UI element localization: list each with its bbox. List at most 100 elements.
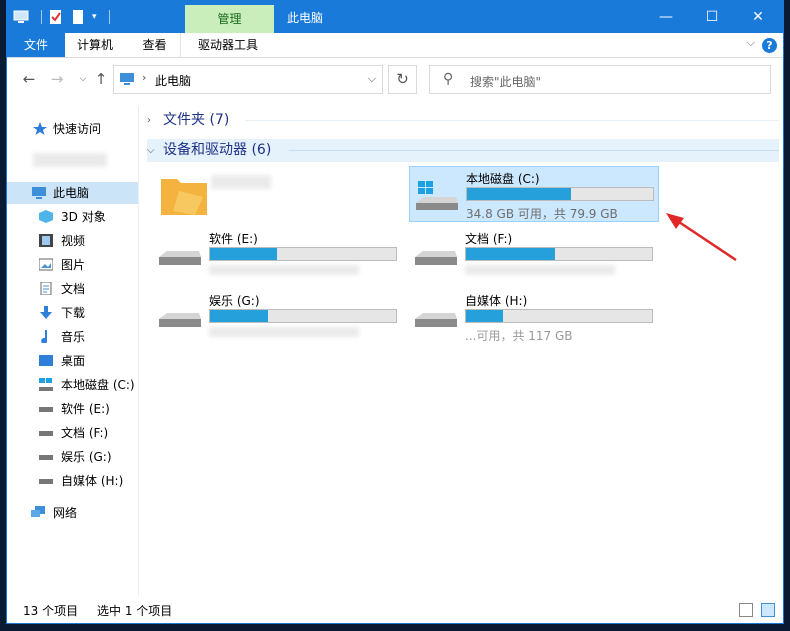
sidebar-item-drive-c[interactable]: 本地磁盘 (C:) <box>7 374 138 396</box>
ribbon-tabs: 文件 计算机 查看 驱动器工具 ⌵ ? <box>7 33 783 58</box>
group-devices-drives[interactable]: ⌵ 设备和驱动器 (6) <box>147 139 779 162</box>
drive-free-space: 34.8 GB 可用，共 79.9 GB <box>466 207 618 221</box>
breadcrumb-separator[interactable]: › <box>142 71 146 84</box>
storage-usage-fill <box>210 248 277 260</box>
drive-tile-f[interactable]: 文档 (F:) <box>409 227 659 283</box>
group-header: 文件夹 (7) <box>163 112 230 128</box>
collapse-chevron-icon[interactable]: ⌵ <box>147 139 155 162</box>
watermark-logo: Baidu 经验 <box>580 548 777 588</box>
search-input[interactable]: 搜索"此电脑" <box>470 73 541 90</box>
drive-tile-h[interactable]: 自媒体 (H:) ...可用，共 117 GB <box>409 289 659 345</box>
details-view-icon[interactable] <box>739 603 753 617</box>
drive-icon <box>415 251 457 265</box>
collapse-ribbon-icon[interactable]: ⌵ <box>747 36 755 50</box>
status-bar: 13 个项目 选中 1 个项目 <box>7 599 783 623</box>
drive-icon <box>39 455 53 460</box>
forward-button[interactable]: → <box>47 67 67 91</box>
minimize-button[interactable]: — <box>643 1 689 33</box>
drive-icon <box>159 313 201 327</box>
drive-name: 本地磁盘 (C:) <box>466 172 540 186</box>
drive-tile-g[interactable]: 娱乐 (G:) <box>153 289 403 345</box>
back-button[interactable]: ← <box>19 67 39 91</box>
address-dropdown-icon[interactable]: ⌵ <box>368 72 376 86</box>
document-icon <box>40 282 52 295</box>
drive-icon <box>159 251 201 265</box>
sidebar-item-quick-access[interactable]: 快速访问 <box>7 118 138 140</box>
storage-usage-fill <box>466 248 556 260</box>
sidebar-item-downloads[interactable]: 下载 <box>7 302 138 324</box>
drive-icon <box>39 479 53 484</box>
drive-name: 自媒体 (H:) <box>465 294 528 308</box>
search-box[interactable]: ⚲ 搜索"此电脑" <box>429 65 771 94</box>
expand-chevron-icon[interactable]: › <box>147 109 151 132</box>
address-bar[interactable]: › 此电脑 ⌵ <box>113 65 383 94</box>
drive-name: 软件 (E:) <box>209 232 258 246</box>
folder-icon <box>161 179 207 215</box>
watermark-url: jingyan.baidu.com <box>612 586 714 599</box>
drive-windows-icon <box>416 181 458 210</box>
sidebar-item-drive-g[interactable]: 娱乐 (G:) <box>7 446 138 468</box>
music-icon <box>41 330 48 343</box>
drive-icon <box>415 313 457 327</box>
storage-usage-bar <box>465 247 653 261</box>
recent-locations-icon[interactable]: ⌵ <box>73 67 93 91</box>
sidebar-item-network[interactable]: 网络 <box>7 502 138 524</box>
cube-icon <box>39 210 53 223</box>
item-count: 13 个项目 <box>23 604 79 618</box>
download-icon <box>40 306 52 319</box>
drive-name: 娱乐 (G:) <box>209 294 260 308</box>
customize-dropdown-icon[interactable]: ▾ <box>92 12 97 22</box>
breadcrumb-this-pc[interactable]: 此电脑 <box>155 72 191 89</box>
new-document-icon[interactable] <box>70 9 86 25</box>
refresh-button[interactable]: ↻ <box>388 65 417 94</box>
sidebar-item-pictures[interactable]: 图片 <box>7 254 138 276</box>
storage-usage-bar <box>209 309 397 323</box>
toolbar-divider <box>108 10 110 24</box>
close-button[interactable]: ✕ <box>735 1 781 33</box>
group-folders[interactable]: › 文件夹 (7) <box>147 109 779 132</box>
storage-usage-bar <box>466 187 654 201</box>
group-divider <box>245 120 779 121</box>
sidebar-item-this-pc[interactable]: 此电脑 <box>7 182 138 204</box>
explorer-window: ▾ 管理 此电脑 — ☐ ✕ 文件 计算机 查看 驱动器工具 ⌵ ? ← → ⌵… <box>6 0 784 624</box>
network-icon <box>31 506 45 517</box>
sidebar-item-documents[interactable]: 文档 <box>7 278 138 300</box>
properties-icon[interactable] <box>48 9 64 25</box>
help-icon[interactable]: ? <box>762 38 777 53</box>
large-icons-view-icon[interactable] <box>761 603 775 617</box>
up-button[interactable]: ↑ <box>91 67 111 91</box>
sidebar-item-desktop[interactable]: 桌面 <box>7 350 138 372</box>
storage-usage-bar <box>465 309 653 323</box>
storage-usage-fill <box>210 310 268 322</box>
maximize-button[interactable]: ☐ <box>689 1 735 33</box>
tab-file[interactable]: 文件 <box>7 33 65 57</box>
drive-free-space: ...可用，共 117 GB <box>465 329 573 343</box>
sidebar-item-drive-h[interactable]: 自媒体 (H:) <box>7 470 138 492</box>
tab-drive-tools[interactable]: 驱动器工具 <box>187 33 269 57</box>
drive-icon <box>39 407 53 412</box>
blurred-device-tile[interactable] <box>153 165 403 221</box>
film-icon <box>39 234 53 247</box>
quick-access-toolbar: ▾ <box>13 8 116 26</box>
selection-count: 选中 1 个项目 <box>97 604 173 618</box>
navigation-pane: 快速访问 此电脑 3D 对象 视频 图片 文档 下载 音乐 桌面 本地磁盘 (C… <box>7 106 139 596</box>
drive-tile-e[interactable]: 软件 (E:) <box>153 227 403 283</box>
group-header: 设备和驱动器 (6) <box>163 142 272 158</box>
sidebar-item-videos[interactable]: 视频 <box>7 230 138 252</box>
blurred-detail <box>465 265 615 275</box>
sidebar-item-drive-e[interactable]: 软件 (E:) <box>7 398 138 420</box>
blurred-detail <box>209 327 359 337</box>
tab-computer[interactable]: 计算机 <box>67 33 123 57</box>
blurred-label <box>211 175 271 189</box>
desktop-icon <box>39 355 53 366</box>
drive-tile-c[interactable]: 本地磁盘 (C:) 34.8 GB 可用，共 79.9 GB <box>409 166 659 222</box>
drive-icon <box>39 431 53 436</box>
computer-icon[interactable] <box>13 9 29 25</box>
sidebar-item-music[interactable]: 音乐 <box>7 326 138 348</box>
tab-view[interactable]: 查看 <box>129 33 181 57</box>
sidebar-item-drive-f[interactable]: 文档 (F:) <box>7 422 138 444</box>
blurred-item <box>33 153 107 167</box>
storage-usage-bar <box>209 247 397 261</box>
tab-manage[interactable]: 管理 <box>185 5 274 33</box>
sidebar-item-3d-objects[interactable]: 3D 对象 <box>7 206 138 228</box>
